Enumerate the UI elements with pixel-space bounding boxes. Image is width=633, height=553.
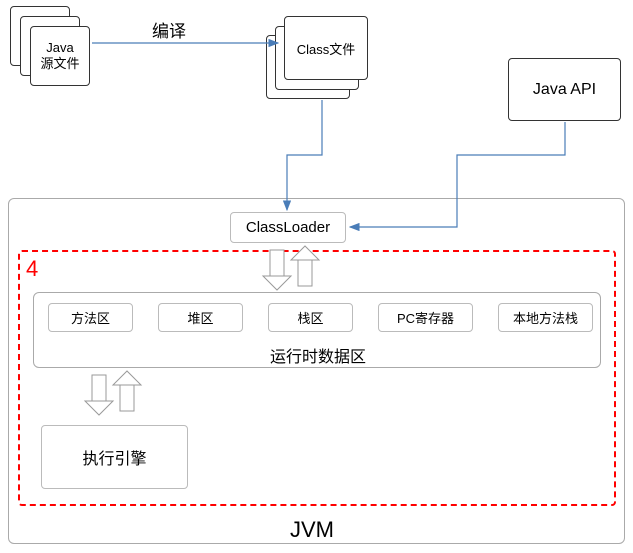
mem-stack-label: 栈区 [297,308,323,327]
runtime-area-label: 运行时数据区 [270,343,366,367]
mem-pc: PC寄存器 [378,303,473,332]
arrow-classfile-to-loader [287,100,322,210]
classfile-label: Class文件 [297,39,356,58]
mem-method: 方法区 [48,303,133,332]
java-source-box: Java 源文件 [30,26,90,86]
mem-stack: 栈区 [268,303,353,332]
java-api-box: Java API [508,58,621,121]
compile-label: 编译 [152,17,186,42]
java-api-label: Java API [533,81,596,99]
mem-method-label: 方法区 [71,308,110,327]
mem-heap: 堆区 [158,303,243,332]
mem-native: 本地方法栈 [498,303,593,332]
exec-engine-box: 执行引擎 [41,425,188,489]
jvm-label: JVM [290,517,334,543]
mem-heap-label: 堆区 [187,308,213,327]
java-source-line2: 源文件 [40,56,79,72]
java-source-line1: Java [46,40,73,56]
exec-engine-label: 执行引擎 [82,445,146,469]
mem-native-label: 本地方法栈 [513,308,578,327]
classfile-box: Class文件 [284,16,368,80]
mem-pc-label: PC寄存器 [397,308,454,327]
classloader-label: ClassLoader [246,219,330,236]
callout-number: 4 [26,256,38,282]
classloader-box: ClassLoader [230,212,346,243]
